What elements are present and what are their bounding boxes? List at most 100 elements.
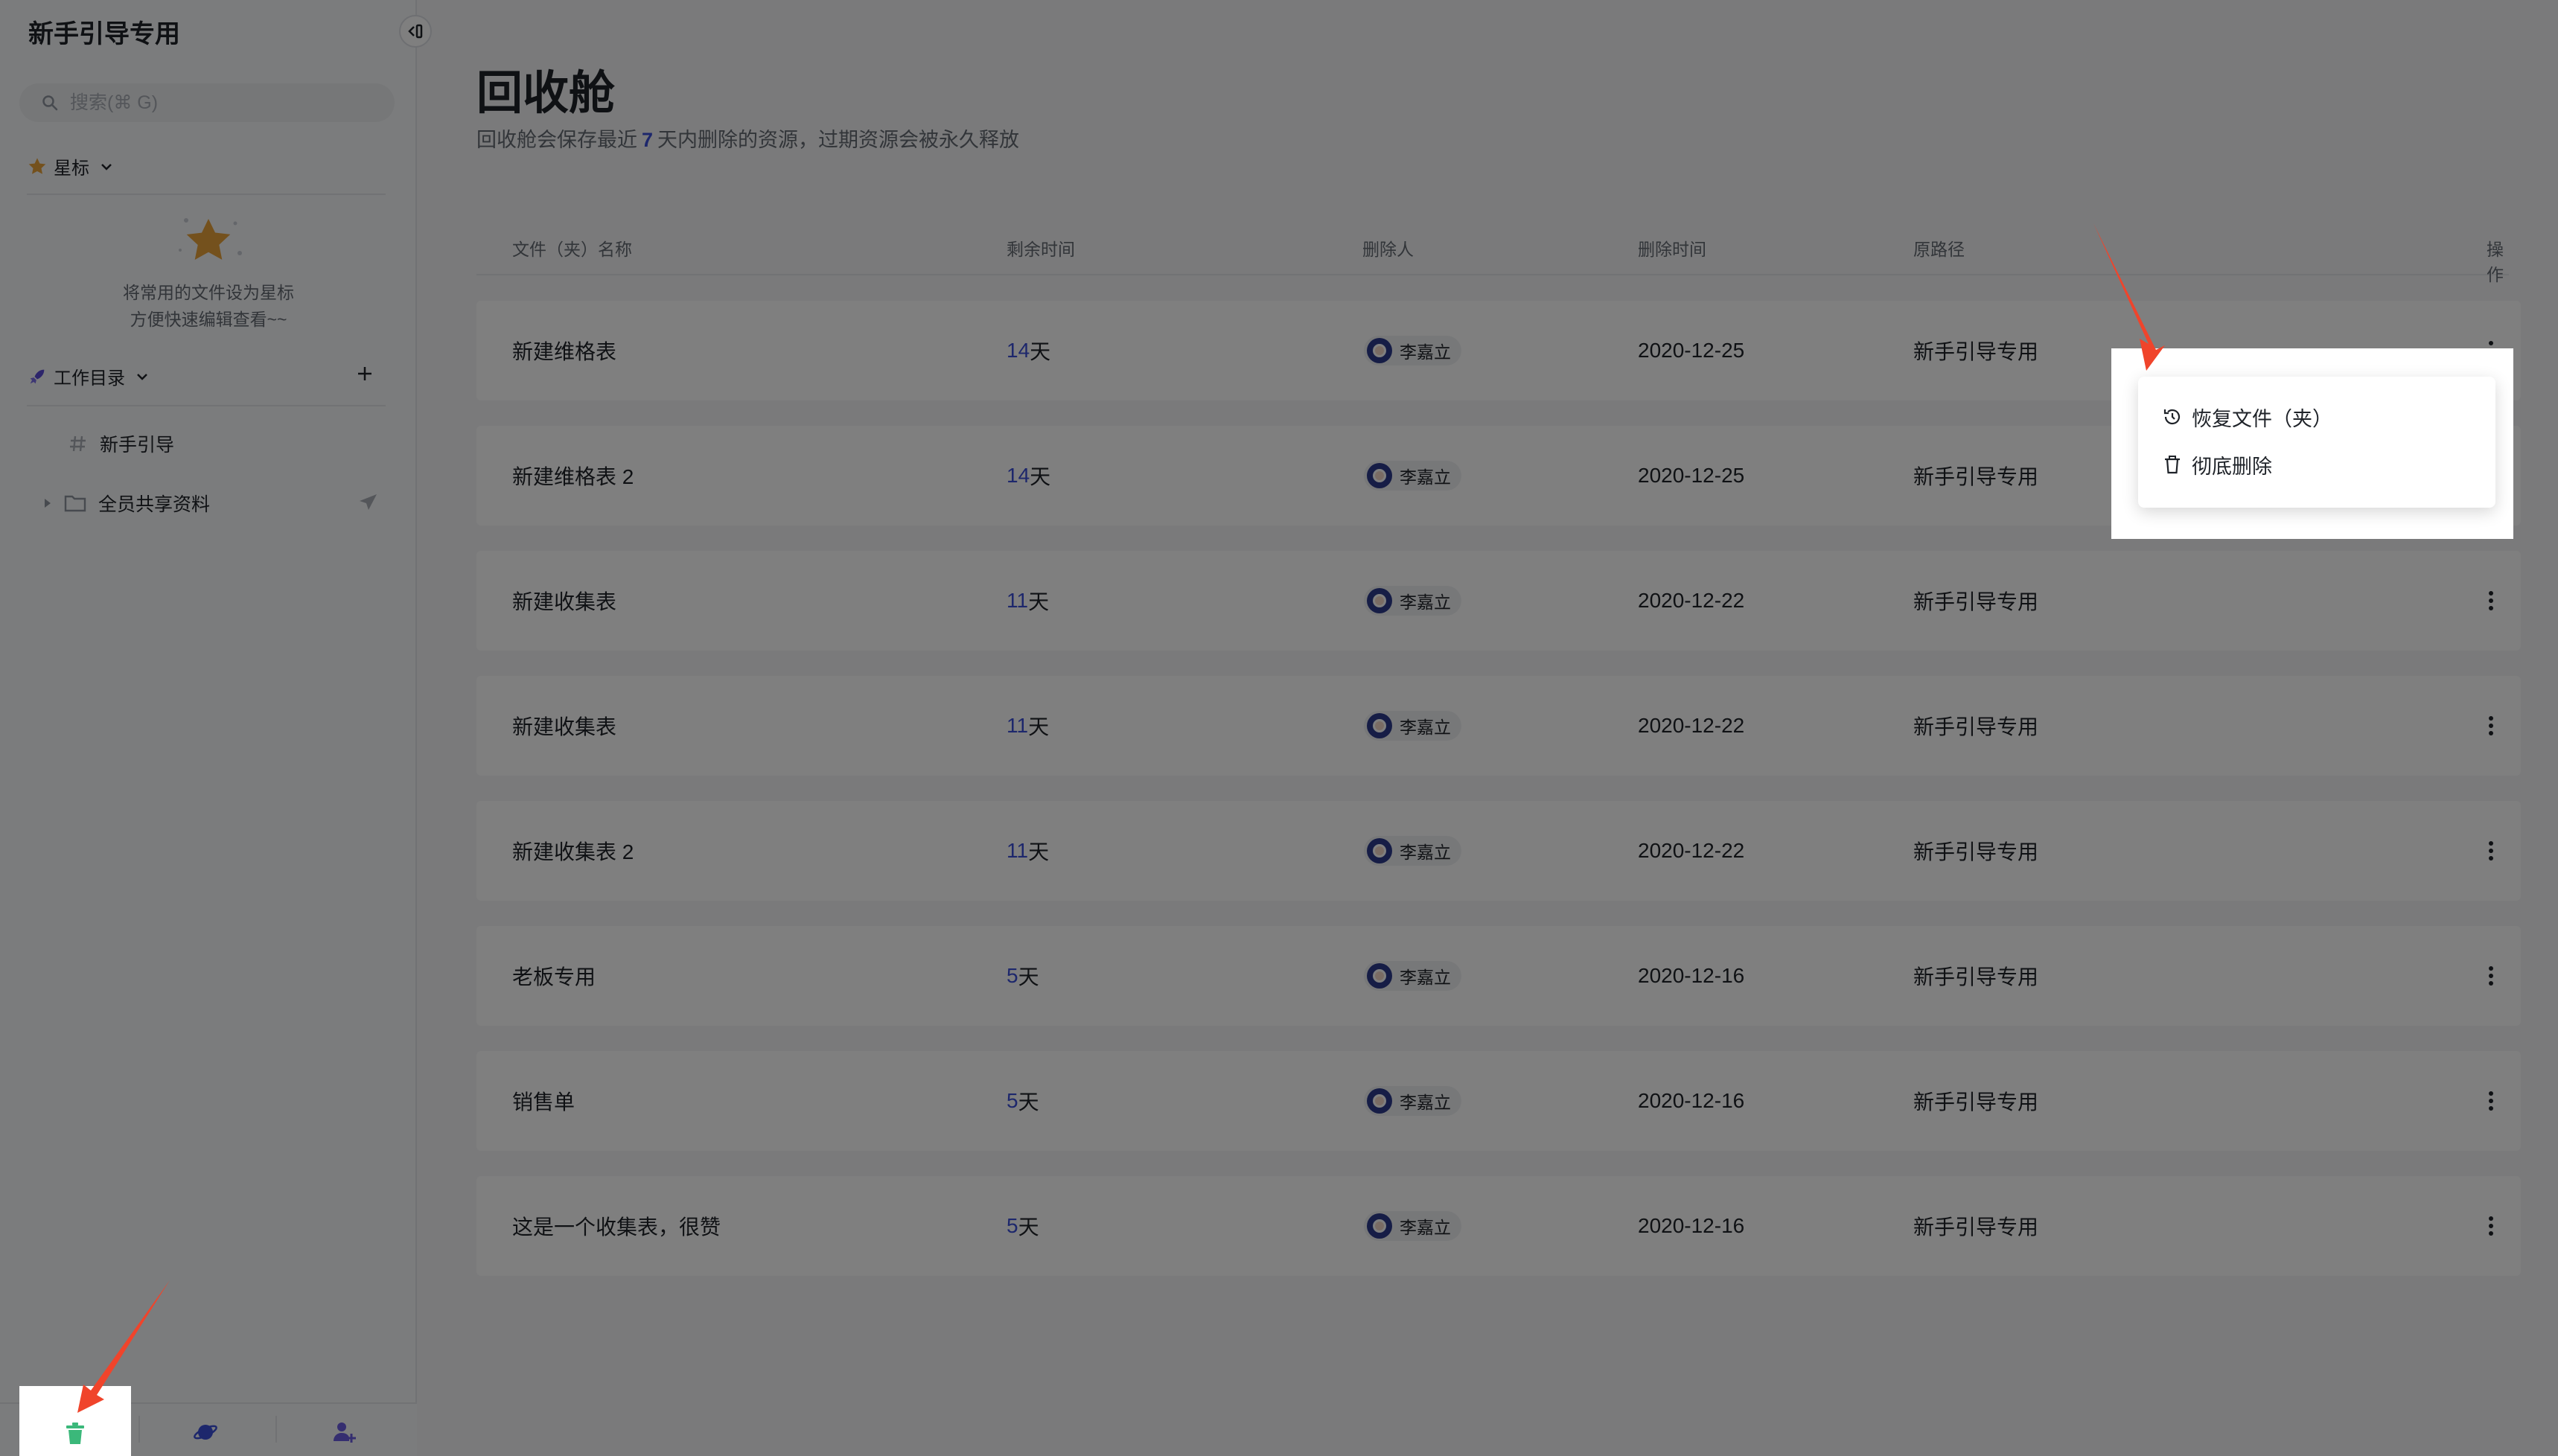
avatar <box>1367 588 1392 613</box>
file-name: 新建维格表 2 <box>512 465 634 488</box>
remaining-time: 5天 <box>1007 1051 1039 1151</box>
row-action-menu: 恢复文件（夹） 彻底删除 <box>2138 377 2495 508</box>
retention-days: 7 <box>642 129 654 151</box>
table-row[interactable]: 新建收集表 2 11 天 李嘉立 2020-12-22 新手引导专用 <box>476 801 2521 901</box>
more-actions-button[interactable] <box>2476 801 2506 901</box>
avatar <box>1367 1213 1392 1239</box>
remaining-days: 14 <box>1007 339 1030 362</box>
star-icon <box>28 157 46 174</box>
folder-icon <box>64 495 86 512</box>
tree-item-shared-folder[interactable]: 全员共享资料 <box>42 490 210 517</box>
avatar <box>1367 338 1392 363</box>
deleter: 李嘉立 <box>1364 1051 1461 1151</box>
share-icon[interactable] <box>357 491 380 514</box>
original-path: 新手引导专用 <box>1913 965 2039 989</box>
page-title: 回收舱 <box>476 68 616 119</box>
tree-item-label: 全员共享资料 <box>98 494 211 515</box>
remaining-days: 5 <box>1007 1089 1018 1112</box>
days-unit: 天 <box>1030 465 1051 488</box>
avatar <box>1367 463 1392 488</box>
table-row[interactable]: 新建收集表 11 天 李嘉立 2020-12-22 新手引导专用 <box>476 676 2521 776</box>
user-name: 李嘉立 <box>1400 1218 1451 1237</box>
deleted-date: 2020-12-25 <box>1638 464 1745 487</box>
sidebar: 新手引导专用 星标 将常用的文件设为星标 方便快速编辑查看~~ 工作目录 新手引… <box>0 0 417 1456</box>
table-row[interactable]: 这是一个收集表，很赞 5 天 李嘉立 2020-12-16 新手引导专用 <box>476 1176 2521 1276</box>
deleted-date: 2020-12-22 <box>1638 589 1745 612</box>
tree-item-guide[interactable]: 新手引导 <box>68 430 174 457</box>
deleter: 李嘉立 <box>1364 676 1461 776</box>
star-illustration-icon <box>179 218 242 260</box>
user-name: 李嘉立 <box>1400 718 1451 737</box>
file-name: 新建收集表 2 <box>512 840 634 863</box>
starred-section-header[interactable]: 星标 <box>27 153 115 179</box>
avatar <box>1367 838 1392 863</box>
user-chip: 李嘉立 <box>1364 336 1461 365</box>
user-chip: 李嘉立 <box>1364 961 1461 991</box>
original-path: 新手引导专用 <box>1913 465 2039 488</box>
table-row[interactable]: 老板专用 5 天 李嘉立 2020-12-16 新手引导专用 <box>476 926 2521 1026</box>
file-name: 销售单 <box>512 1091 575 1114</box>
file-name: 新建收集表 <box>512 715 617 738</box>
original-path: 新手引导专用 <box>1913 1216 2039 1239</box>
deleted-date: 2020-12-25 <box>1638 339 1745 362</box>
remaining-time: 11 天 <box>1007 801 1049 901</box>
divider <box>275 1416 277 1443</box>
remaining-time: 14 天 <box>1007 426 1050 526</box>
remaining-days: 11 <box>1007 839 1029 862</box>
invite-member-icon[interactable] <box>331 1419 357 1446</box>
more-actions-button[interactable] <box>2476 551 2506 651</box>
user-name: 李嘉立 <box>1400 968 1451 987</box>
days-unit: 天 <box>1018 1216 1039 1239</box>
workspace-section-header[interactable]: 工作目录 <box>27 363 150 389</box>
table-row[interactable]: 销售单 5 天 李嘉立 2020-12-16 新手引导专用 <box>476 1051 2521 1151</box>
search-icon <box>42 95 58 111</box>
collapse-icon <box>408 24 423 39</box>
table-header: 文件（夹）名称 剩余时间 删除人 删除时间 原路径 操作 <box>476 235 2509 284</box>
plus-icon <box>358 367 371 380</box>
delete-permanently-menu-item[interactable]: 彻底删除 <box>2138 441 2495 488</box>
avatar <box>1367 963 1392 989</box>
starred-empty-state: 将常用的文件设为星标 方便快速编辑查看~~ <box>45 208 372 333</box>
days-unit: 天 <box>1028 715 1050 738</box>
add-node-button[interactable] <box>354 363 375 388</box>
more-actions-button[interactable] <box>2476 1176 2506 1276</box>
remaining-time: 5天 <box>1007 1176 1039 1276</box>
search-bar[interactable] <box>19 83 395 122</box>
column-header-deleted-at: 删除时间 <box>1638 240 1706 259</box>
search-input[interactable] <box>70 92 383 114</box>
starred-label: 星标 <box>54 159 89 179</box>
restore-menu-item[interactable]: 恢复文件（夹） <box>2138 393 2495 441</box>
rocket-icon <box>30 369 45 383</box>
avatar <box>1367 1088 1392 1114</box>
recycle-bin-tab[interactable] <box>19 1386 131 1456</box>
subtitle-text: 回收舱会保存最近 <box>476 129 637 151</box>
remaining-time: 11 天 <box>1007 676 1049 776</box>
days-unit: 天 <box>1018 1091 1039 1114</box>
chevron-down-icon <box>101 163 112 170</box>
more-actions-button[interactable] <box>2476 926 2506 1026</box>
deleter: 李嘉立 <box>1364 801 1461 901</box>
trash-outline-icon <box>2165 456 2180 474</box>
deleter: 李嘉立 <box>1364 301 1461 400</box>
remaining-days: 11 <box>1007 589 1029 612</box>
more-actions-button[interactable] <box>2476 676 2506 776</box>
divider <box>27 194 386 195</box>
more-actions-button[interactable] <box>2476 1051 2506 1151</box>
remaining-time: 5天 <box>1007 926 1039 1026</box>
page-subtitle: 回收舱会保存最近 7 天内删除的资源，过期资源会被永久释放 <box>476 124 1019 153</box>
remaining-days: 5 <box>1007 964 1018 987</box>
trash-icon <box>66 1423 84 1444</box>
subtitle-text: 天内删除的资源，过期资源会被永久释放 <box>657 129 1020 151</box>
history-icon <box>2163 409 2181 425</box>
user-name: 李嘉立 <box>1400 342 1451 362</box>
tree-item-label: 新手引导 <box>100 435 175 456</box>
deleted-date: 2020-12-16 <box>1638 964 1745 987</box>
starred-hint-line-1: 将常用的文件设为星标 <box>123 283 294 302</box>
user-chip: 李嘉立 <box>1364 586 1461 616</box>
file-name: 老板专用 <box>512 965 596 989</box>
user-name: 李嘉立 <box>1400 843 1451 862</box>
planet-icon[interactable] <box>192 1419 219 1446</box>
collapse-sidebar-button[interactable] <box>399 15 432 48</box>
more-vertical-icon <box>2489 1091 2493 1111</box>
table-row[interactable]: 新建收集表 11 天 李嘉立 2020-12-22 新手引导专用 <box>476 551 2521 651</box>
